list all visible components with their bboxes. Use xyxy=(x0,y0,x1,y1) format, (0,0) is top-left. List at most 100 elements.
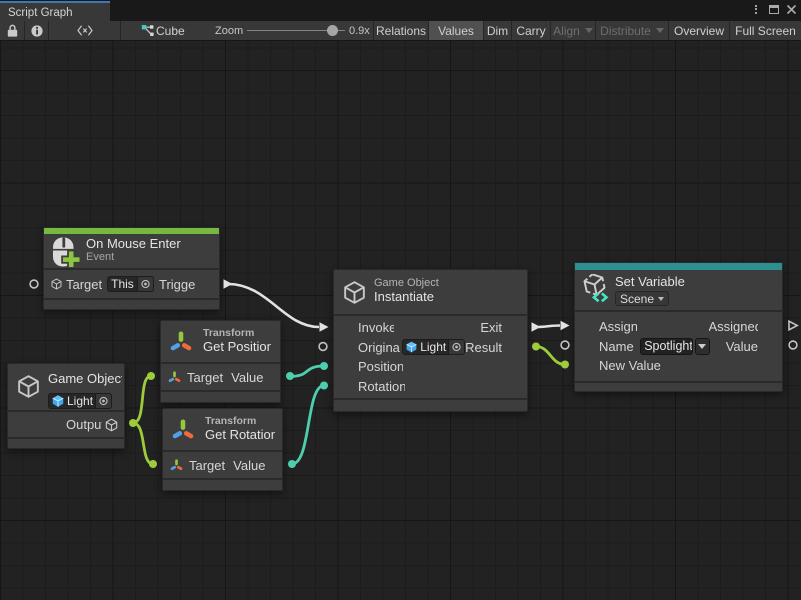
node-port-rows: Assign Assigned Name Spotlight Value New… xyxy=(575,310,782,381)
port-row: Target Value xyxy=(161,364,280,390)
transform-icon xyxy=(169,458,184,472)
prefab-cube-icon xyxy=(405,340,418,354)
transform-icon xyxy=(168,329,194,354)
node-port-rows: Target Value xyxy=(163,450,282,478)
window-menu-icon[interactable] xyxy=(755,5,757,16)
graph-toolbar: Cube Zoom 0.9x Relations Values Dim Carr… xyxy=(0,21,801,41)
code-icon xyxy=(77,25,93,36)
info-icon xyxy=(31,25,43,37)
node-footer xyxy=(8,437,124,448)
window-titlebar: Script Graph xyxy=(0,0,801,21)
node-footer xyxy=(334,398,527,411)
port-row: Target This Trigger xyxy=(44,270,219,298)
port-row: Original Light Result xyxy=(334,338,527,358)
overview-button[interactable]: Overview xyxy=(669,21,729,40)
object-picker-icon xyxy=(450,340,463,354)
node-footer xyxy=(163,478,282,490)
node-category: Game Object xyxy=(374,277,439,289)
dropdown-caret-icon xyxy=(658,297,664,301)
node-header: Game Object Instantiate xyxy=(334,270,527,314)
gameobject-value: Light xyxy=(65,394,95,408)
port-label-value: Value xyxy=(231,370,263,385)
maximize-icon[interactable] xyxy=(769,5,779,14)
variable-name-value: Spotlight xyxy=(644,339,693,353)
node-title: On Mouse Enter xyxy=(86,236,181,251)
node-header: Transform Get Rotation xyxy=(163,409,282,450)
node-port-rows: Target Value xyxy=(161,362,280,390)
node-category: Transform xyxy=(203,327,271,339)
port-label-invoke: Invoke xyxy=(358,320,394,335)
port-label-trigger: Trigger xyxy=(159,277,196,292)
code-preview-button[interactable] xyxy=(49,21,120,40)
target-object-field[interactable]: This xyxy=(107,276,154,292)
distribute-button[interactable]: Distribute xyxy=(596,21,668,40)
node-port-rows: Output xyxy=(8,410,124,437)
close-icon[interactable] xyxy=(786,4,797,15)
inspect-button[interactable] xyxy=(25,21,48,40)
port-row: Name Spotlight Value xyxy=(575,337,782,357)
node-game-object-literal[interactable]: Game Object Light Ou xyxy=(7,363,125,449)
object-picker-section[interactable] xyxy=(449,340,464,354)
transform-icon xyxy=(167,370,182,384)
node-instantiate[interactable]: Game Object Instantiate Invoke Exit Orig… xyxy=(333,269,528,412)
graph-icon xyxy=(141,24,154,37)
zoom-slider-knob[interactable] xyxy=(327,25,338,36)
node-category: Transform xyxy=(205,415,275,427)
gameobject-cube-icon xyxy=(104,417,119,433)
node-set-variable[interactable]: Set Variable Scene Assign Assigned Name … xyxy=(574,262,783,392)
port-label-assign: Assign xyxy=(599,319,637,334)
node-port-rows: Target This Trigger xyxy=(44,268,219,298)
carry-button[interactable]: Carry xyxy=(512,21,550,40)
original-object-field[interactable]: Light xyxy=(402,339,465,355)
node-footer xyxy=(575,381,782,391)
node-header: On Mouse Enter Event xyxy=(44,234,219,268)
toolbar-separator xyxy=(120,21,121,40)
port-row: Target Value xyxy=(163,452,282,478)
port-label-rotation: Rotation xyxy=(358,379,405,394)
lock-icon xyxy=(7,24,18,37)
node-port-rows: Invoke Exit Original Light xyxy=(334,314,527,398)
port-label-assigned: Assigned xyxy=(709,319,759,334)
object-picker-section[interactable] xyxy=(96,394,111,408)
target-field-value: This xyxy=(108,277,137,291)
port-row: New Value xyxy=(575,356,782,376)
tab-script-graph[interactable]: Script Graph xyxy=(0,1,110,21)
node-title: Get Rotation xyxy=(205,427,275,442)
object-picker-icon xyxy=(139,277,152,291)
node-title: Game Object xyxy=(48,371,122,386)
gameobject-cube-icon xyxy=(341,279,368,306)
align-caret-icon xyxy=(585,28,593,33)
port-label-target: Target xyxy=(187,370,223,385)
variable-name-dropdown[interactable]: Spotlight xyxy=(640,338,693,355)
port-label-target: Target xyxy=(189,458,225,473)
variable-name-dropdown-arrow[interactable] xyxy=(695,338,710,355)
gameobject-cube-icon xyxy=(15,373,42,400)
node-title: Get Position xyxy=(203,339,271,354)
node-on-mouse-enter[interactable]: On Mouse Enter Event Target This Tri xyxy=(43,227,220,310)
lock-button[interactable] xyxy=(0,21,24,40)
port-label-exit: Exit xyxy=(480,320,502,335)
values-button[interactable]: Values xyxy=(429,21,483,40)
node-header: Set Variable Scene xyxy=(575,270,782,310)
dropdown-caret-icon xyxy=(698,344,706,349)
node-footer xyxy=(44,298,219,309)
relations-button[interactable]: Relations xyxy=(374,21,428,40)
distribute-caret-icon xyxy=(656,28,664,33)
fullscreen-button[interactable]: Full Screen xyxy=(730,21,801,40)
align-button[interactable]: Align xyxy=(551,21,595,40)
port-label-output: Output xyxy=(66,417,102,432)
script-graph-window: Script Graph xyxy=(0,0,801,600)
variable-scope-dropdown[interactable]: Scene xyxy=(615,291,669,306)
node-title: Instantiate xyxy=(374,289,439,304)
zoom-label: Zoom xyxy=(215,25,243,37)
gameobject-value-field[interactable]: Light xyxy=(48,393,112,409)
object-picker-section[interactable] xyxy=(138,277,153,291)
dim-button[interactable]: Dim xyxy=(484,21,511,40)
port-label-value: Value xyxy=(233,458,265,473)
node-get-position[interactable]: Transform Get Position Target Value xyxy=(160,320,281,403)
graph-target-label: Cube xyxy=(156,24,185,38)
tab-title: Script Graph xyxy=(8,7,73,19)
port-row: Assign Assigned xyxy=(575,317,782,337)
node-get-rotation[interactable]: Transform Get Rotation Target Value xyxy=(162,408,283,491)
variable-scope-value: Scene xyxy=(620,292,654,306)
